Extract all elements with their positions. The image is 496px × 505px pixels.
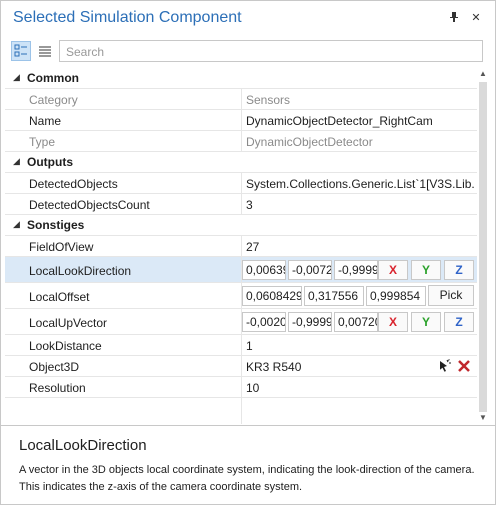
- properties-panel: Selected Simulation Component ✕ Search ◢…: [0, 0, 496, 505]
- vertical-scrollbar[interactable]: ▲ ▼: [477, 68, 489, 424]
- search-placeholder: Search: [66, 45, 105, 59]
- y-axis-button[interactable]: Y: [411, 312, 441, 332]
- property-row-look-distance[interactable]: LookDistance 1: [5, 335, 477, 356]
- categorized-view-button[interactable]: [11, 41, 31, 61]
- property-row-detected-objects-count[interactable]: DetectedObjectsCount 3: [5, 194, 477, 215]
- property-row-type[interactable]: Type DynamicObjectDetector: [5, 131, 477, 152]
- property-name: FieldOfView: [29, 240, 94, 254]
- category-label: Sonstiges: [27, 218, 85, 232]
- property-row-category[interactable]: Category Sensors: [5, 89, 477, 110]
- property-value[interactable]: DynamicObjectDetector_RightCam: [246, 114, 474, 128]
- property-value: 3: [246, 198, 253, 212]
- vector-x-field[interactable]: -0,0020: [242, 312, 286, 332]
- x-axis-button[interactable]: X: [378, 312, 408, 332]
- vector-z-field[interactable]: -0,9999: [334, 260, 378, 280]
- category-label: Outputs: [27, 155, 73, 169]
- property-row-detected-objects[interactable]: DetectedObjects System.Collections.Gener…: [5, 173, 477, 194]
- vector-z-field[interactable]: 0,999854: [366, 286, 426, 306]
- property-value[interactable]: 10: [246, 381, 474, 395]
- property-name: DetectedObjectsCount: [29, 198, 150, 212]
- property-name: Category: [29, 93, 78, 107]
- property-name: Type: [29, 135, 56, 149]
- x-axis-button[interactable]: X: [378, 260, 408, 280]
- scroll-down-icon[interactable]: ▼: [477, 412, 489, 424]
- description-title: LocalLookDirection: [19, 437, 147, 454]
- property-name: Name: [29, 114, 62, 128]
- property-value[interactable]: KR3 R540: [246, 360, 426, 374]
- alphabetical-icon: [39, 46, 51, 57]
- pick-button[interactable]: Pick: [428, 285, 474, 306]
- property-name: LocalLookDirection: [29, 264, 132, 278]
- property-name: LookDistance: [29, 339, 102, 353]
- vector-y-field[interactable]: -0,0072: [288, 260, 332, 280]
- property-name: LocalUpVector: [29, 316, 108, 330]
- panel-title: Selected Simulation Component: [13, 9, 242, 26]
- property-value: System.Collections.Generic.List`1[V3S.Li…: [246, 177, 474, 191]
- category-outputs[interactable]: ◢ Outputs: [5, 152, 477, 173]
- category-label: Common: [27, 71, 79, 85]
- property-name: Object3D: [29, 360, 80, 374]
- category-sonstiges[interactable]: ◢ Sonstiges: [5, 215, 477, 236]
- property-row-local-offset[interactable]: LocalOffset 0,0608429 0,317556 0,999854 …: [5, 283, 477, 309]
- property-value[interactable]: 27: [246, 240, 474, 254]
- clear-icon[interactable]: [457, 359, 471, 376]
- property-row-resolution[interactable]: Resolution 10: [5, 377, 477, 398]
- categorized-icon: [14, 44, 27, 57]
- property-row-name[interactable]: Name DynamicObjectDetector_RightCam: [5, 110, 477, 131]
- property-grid: ◢ Common Category Sensors Name DynamicOb…: [5, 68, 491, 424]
- property-name: Resolution: [29, 381, 86, 395]
- search-input[interactable]: Search: [59, 40, 483, 62]
- scrollbar-thumb[interactable]: [479, 82, 487, 412]
- property-value[interactable]: 1: [246, 339, 474, 353]
- title-bar: Selected Simulation Component ✕: [1, 1, 495, 35]
- property-value: DynamicObjectDetector: [246, 135, 373, 149]
- property-row-local-look-direction[interactable]: LocalLookDirection 0,00639 -0,0072 -0,99…: [5, 257, 477, 283]
- property-row-field-of-view[interactable]: FieldOfView 27: [5, 236, 477, 257]
- category-common[interactable]: ◢ Common: [5, 68, 477, 89]
- description-text: A vector in the 3D objects local coordin…: [19, 464, 475, 493]
- property-row-object3d[interactable]: Object3D KR3 R540: [5, 356, 477, 377]
- collapse-triangle-icon[interactable]: ◢: [13, 72, 20, 83]
- collapse-triangle-icon[interactable]: ◢: [13, 219, 20, 230]
- pick-cursor-icon[interactable]: [437, 359, 451, 376]
- z-axis-button[interactable]: Z: [444, 260, 474, 280]
- scroll-up-icon[interactable]: ▲: [477, 68, 489, 80]
- description-pane: LocalLookDirection A vector in the 3D ob…: [1, 425, 495, 505]
- toolbar: Search: [1, 38, 495, 66]
- vector-x-field[interactable]: 0,0608429: [242, 286, 302, 306]
- pin-icon[interactable]: [447, 11, 461, 25]
- vector-z-field[interactable]: 0,00720: [334, 312, 378, 332]
- property-value: Sensors: [246, 93, 291, 107]
- y-axis-button[interactable]: Y: [411, 260, 441, 280]
- vector-x-field[interactable]: 0,00639: [242, 260, 286, 280]
- property-name: LocalOffset: [29, 290, 90, 304]
- z-axis-button[interactable]: Z: [444, 312, 474, 332]
- vector-y-field[interactable]: 0,317556: [304, 286, 364, 306]
- close-icon[interactable]: ✕: [469, 11, 483, 25]
- collapse-triangle-icon[interactable]: ◢: [13, 156, 20, 167]
- property-name: DetectedObjects: [29, 177, 118, 191]
- alphabetical-view-button[interactable]: [35, 41, 55, 61]
- vector-y-field[interactable]: -0,9999: [288, 312, 332, 332]
- property-row-local-up-vector[interactable]: LocalUpVector -0,0020 -0,9999 0,00720 X …: [5, 309, 477, 335]
